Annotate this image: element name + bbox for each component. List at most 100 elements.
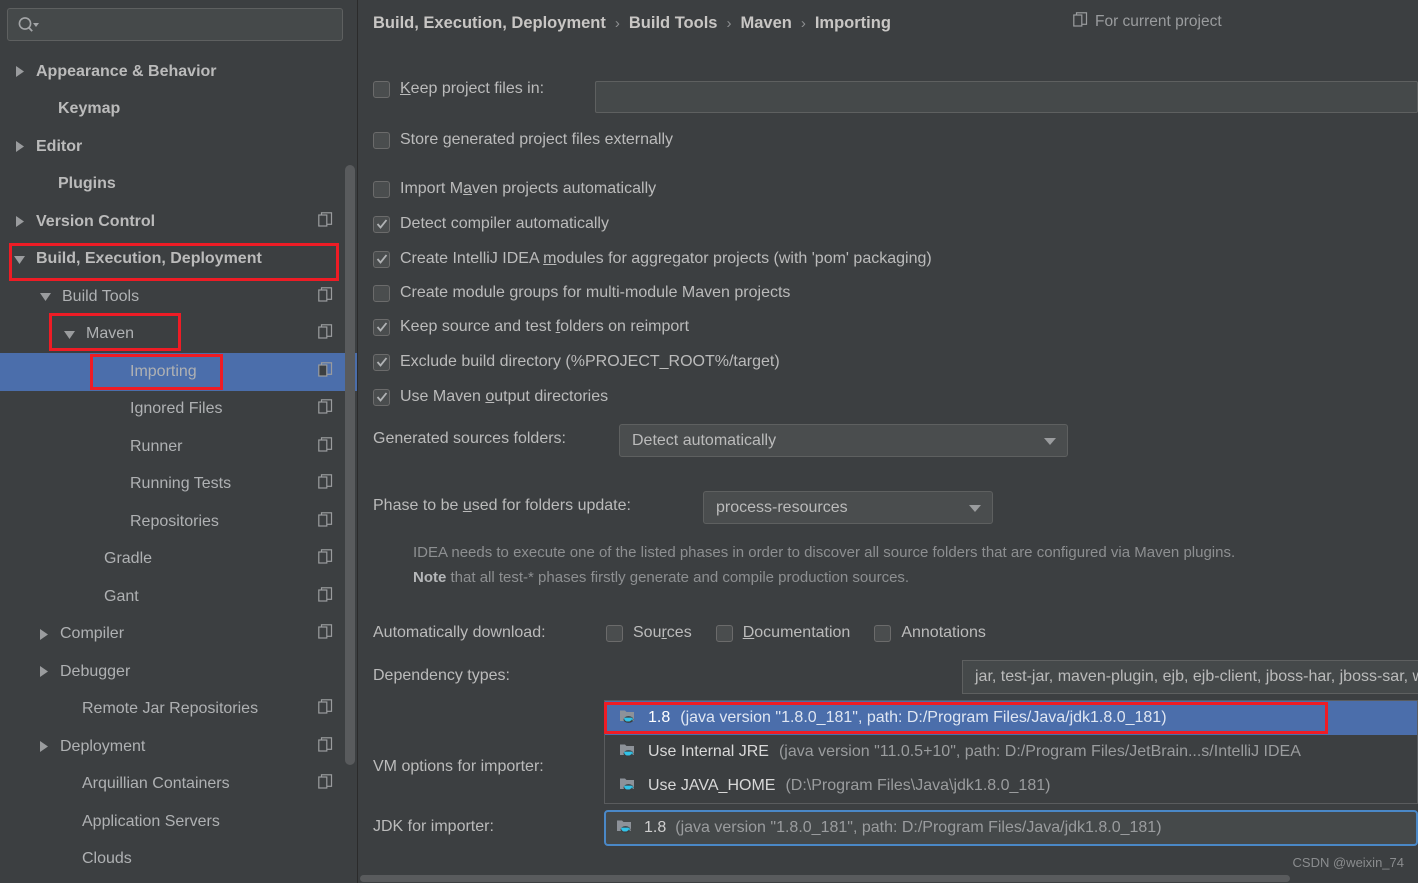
jdk-item-detail: (java version "1.8.0_181", path: D:/Prog… — [680, 709, 1167, 726]
option-mnemonic: a — [463, 180, 473, 197]
horizontal-scrollbar[interactable] — [358, 874, 1418, 883]
sidebar-item-plugins[interactable]: Plugins — [0, 166, 358, 204]
option-checkbox[interactable] — [373, 180, 390, 198]
sidebar-item-gradle[interactable]: Gradle — [0, 541, 358, 579]
auto-download-option[interactable]: Sources — [606, 624, 692, 642]
option-checkbox[interactable] — [373, 284, 390, 302]
sidebar-item-ignored-files[interactable]: Ignored Files — [0, 391, 358, 429]
auto-download-checkbox[interactable] — [715, 624, 733, 642]
option-row[interactable]: Store generated project files externally — [373, 131, 673, 149]
sidebar-item-editor[interactable]: Editor — [0, 128, 358, 166]
settings-sidebar: Appearance & Behavior Keymap Editor Plugins… — [0, 0, 358, 883]
dependency-types-input[interactable]: jar, test-jar, maven-plugin, ejb, ejb-cl… — [962, 660, 1418, 694]
option-checkbox[interactable] — [373, 318, 390, 336]
breadcrumb-item[interactable]: Maven — [740, 14, 791, 33]
auto-download-checkbox[interactable] — [874, 624, 892, 642]
phase-label-pre: Phase to be — [373, 497, 463, 514]
sidebar-item-runner[interactable]: Runner — [0, 428, 358, 466]
chevron-right-icon[interactable] — [36, 740, 50, 754]
sidebar-item-build-tools[interactable]: Build Tools — [0, 278, 358, 316]
search-icon — [17, 16, 39, 39]
jdk-dropdown-item[interactable]: 1.8 (java version "1.8.0_181", path: D:/P… — [605, 701, 1417, 735]
sidebar-item-keymap[interactable]: Keymap — [0, 91, 358, 129]
option-row[interactable]: Use Maven output directories — [373, 388, 608, 406]
horizontal-scrollbar-thumb[interactable] — [360, 875, 1290, 882]
chevron-right-icon[interactable] — [12, 140, 26, 154]
auto-download-option[interactable]: Documentation — [715, 624, 850, 642]
option-row[interactable]: Import Maven projects automatically — [373, 180, 656, 198]
jdk-importer-combo[interactable]: 1.8 (java version "1.8.0_181", path: D:/… — [604, 810, 1418, 846]
phase-label-mnemonic: u — [462, 497, 472, 514]
sidebar-item-compiler[interactable]: Compiler — [0, 616, 358, 654]
phase-label-row: Phase to be used for folders update: — [373, 497, 631, 515]
keep-project-files-label: Keep project files in: — [400, 80, 544, 98]
copy-badge-icon — [318, 549, 333, 569]
keep-project-files-input[interactable] — [595, 81, 1418, 113]
search-input-field[interactable] — [44, 9, 338, 40]
option-row[interactable]: Detect compiler automatically — [373, 215, 609, 233]
sidebar-item-label: Debugger — [60, 662, 131, 680]
option-row[interactable]: Create module groups for multi-module Ma… — [373, 284, 790, 302]
search-input[interactable] — [7, 8, 343, 41]
copy-badge-icon — [318, 324, 333, 344]
auto-download-label: Sources — [633, 624, 692, 641]
auto-download-option[interactable]: Annotations — [874, 624, 986, 642]
option-checkbox[interactable] — [373, 131, 390, 149]
option-row[interactable]: Create IntelliJ IDEA modules for aggrega… — [373, 250, 932, 268]
sidebar-item-build-execution-deployment[interactable]: Build, Execution, Deployment — [0, 241, 358, 279]
sidebar-item-repositories[interactable]: Repositories — [0, 503, 358, 541]
option-mnemonic: f — [555, 318, 561, 335]
phase-note-line2: that all test-* phases firstly generate … — [446, 569, 910, 586]
breadcrumb-item[interactable]: Build, Execution, Deployment — [373, 14, 606, 33]
sidebar-item-debugger[interactable]: Debugger — [0, 653, 358, 691]
copy-badge-icon — [318, 211, 333, 232]
sidebar-item-label: Clouds — [82, 850, 132, 868]
jdk-folder-icon — [619, 741, 638, 763]
jdk-dropdown-item[interactable]: Use JAVA_HOME (D:\Program Files\Java\jdk1… — [605, 769, 1417, 803]
sidebar-scrollbar-thumb[interactable] — [345, 165, 355, 765]
auto-download-checkbox[interactable] — [606, 624, 623, 642]
chevron-right-icon[interactable] — [36, 627, 50, 641]
sidebar-item-running-tests[interactable]: Running Tests — [0, 466, 358, 504]
auto-download-label: Annotations — [901, 624, 986, 641]
sidebar-item-remote-jar-repositories[interactable]: Remote Jar Repositories — [0, 691, 358, 729]
chevron-right-icon[interactable] — [36, 665, 50, 679]
jdk-dropdown-popup[interactable]: 1.8 (java version "1.8.0_181", path: D:/P… — [604, 700, 1418, 804]
chevron-down-icon[interactable] — [38, 290, 52, 304]
jdk-item-main: Use Internal JRE — [648, 743, 769, 760]
chevron-right-icon[interactable] — [12, 215, 26, 229]
sidebar-item-arquillian-containers[interactable]: Arquillian Containers — [0, 766, 358, 804]
keep-project-files-checkbox[interactable] — [373, 80, 390, 98]
option-checkbox[interactable] — [373, 250, 390, 268]
sidebar-item-clouds[interactable]: Clouds — [0, 841, 358, 879]
sidebar-item-gant[interactable]: Gant — [0, 578, 358, 616]
option-checkbox[interactable] — [373, 388, 390, 406]
sidebar-item-importing[interactable]: Importing — [0, 353, 358, 391]
sidebar-item-maven[interactable]: Maven — [0, 316, 358, 354]
phase-combo[interactable]: process-resources — [703, 491, 993, 524]
chevron-right-icon[interactable] — [12, 65, 26, 79]
copy-badge-icon — [318, 474, 333, 494]
sidebar-item-version-control[interactable]: Version Control — [0, 203, 358, 241]
jdk-dropdown-item[interactable]: Use Internal JRE (java version "11.0.5+10… — [605, 735, 1417, 769]
dependency-types-value: jar, test-jar, maven-plugin, ejb, ejb-cl… — [975, 668, 1418, 685]
jdk-item-detail: (D:\Program Files\Java\jdk1.8.0_181) — [785, 777, 1051, 794]
option-checkbox[interactable] — [373, 353, 390, 371]
option-row[interactable]: Keep source and test folders on reimport — [373, 318, 689, 336]
option-row[interactable]: Exclude build directory (%PROJECT_ROOT%/… — [373, 353, 780, 371]
sidebar-item-deployment[interactable]: Deployment — [0, 728, 358, 766]
chevron-down-icon[interactable] — [62, 327, 76, 341]
option-label: Create IntelliJ IDEA modules for aggrega… — [400, 250, 932, 267]
option-label: Import Maven projects automatically — [400, 180, 657, 197]
auto-download-row: Automatically download: — [373, 624, 546, 642]
chevron-down-icon[interactable] — [12, 252, 26, 266]
breadcrumb-item[interactable]: Importing — [815, 14, 891, 33]
generated-sources-combo[interactable]: Detect automatically — [619, 424, 1068, 457]
sidebar-item-application-servers[interactable]: Application Servers — [0, 803, 358, 841]
copy-badge-icon — [318, 399, 333, 419]
breadcrumb-item[interactable]: Build Tools — [629, 14, 718, 33]
sidebar-item-appearance-behavior[interactable]: Appearance & Behavior — [0, 53, 358, 91]
option-checkbox[interactable] — [373, 215, 390, 233]
sidebar-scrollbar[interactable] — [345, 55, 355, 765]
sidebar-item-label: Runner — [130, 437, 183, 455]
